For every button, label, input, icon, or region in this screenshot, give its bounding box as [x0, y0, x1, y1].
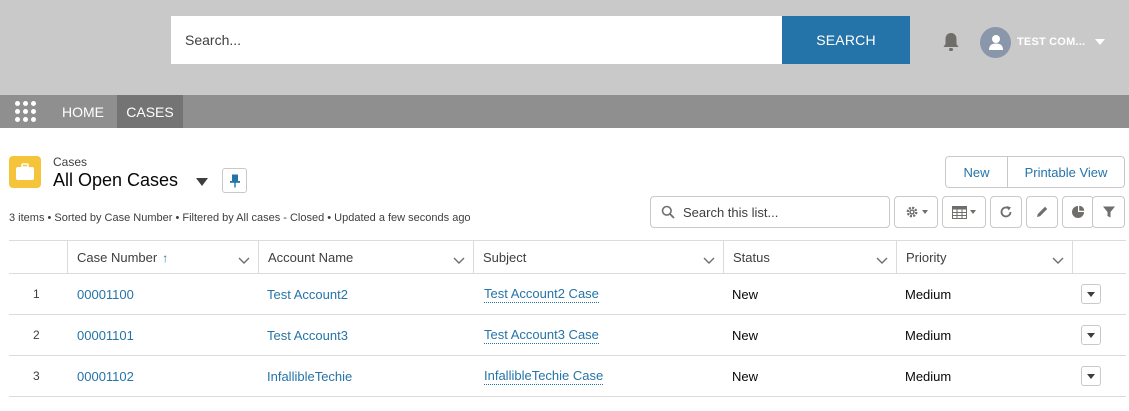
chevron-down-icon [1087, 291, 1095, 297]
chevron-down-icon[interactable] [1052, 253, 1064, 268]
chevron-down-icon[interactable] [453, 253, 465, 268]
table-view-icon [952, 205, 967, 219]
list-view-switcher-icon[interactable] [196, 178, 208, 186]
column-label: Status [733, 250, 770, 265]
chevron-down-icon [921, 210, 928, 214]
inline-edit-button[interactable] [1026, 196, 1058, 228]
user-avatar-icon[interactable] [980, 26, 1011, 58]
priority-value: Medium [905, 327, 952, 343]
account-name-link[interactable]: Test Account3 [267, 315, 348, 355]
status-value: New [732, 368, 759, 384]
row-number: 3 [33, 369, 40, 383]
nav-item-cases[interactable]: CASES [117, 95, 183, 128]
user-menu[interactable]: TEST COM... [980, 26, 1106, 58]
subject-link[interactable]: InfallibleTechie Case [484, 368, 604, 385]
column-header-account-name[interactable]: Account Name [259, 241, 474, 274]
column-header-subject[interactable]: Subject [474, 241, 724, 274]
table-row[interactable]: 3 00001102 InfallibleTechie InfallibleTe… [9, 356, 1126, 397]
account-name-link[interactable]: InfallibleTechie [267, 356, 352, 396]
app-launcher-icon[interactable] [15, 101, 39, 123]
status-value: New [732, 327, 759, 343]
column-label: Priority [906, 250, 947, 265]
chevron-down-icon[interactable] [876, 253, 888, 268]
global-search-input[interactable] [171, 16, 782, 64]
search-button[interactable]: SEARCH [782, 16, 910, 64]
pin-icon[interactable] [222, 168, 247, 193]
account-name-link[interactable]: Test Account2 [267, 274, 348, 314]
edit-icon [1035, 205, 1049, 219]
chevron-down-icon [970, 210, 976, 214]
priority-value: Medium [905, 286, 952, 302]
chart-icon [1071, 205, 1085, 219]
printable-view-button[interactable]: Printable View [1008, 157, 1124, 187]
refresh-icon [999, 205, 1013, 219]
row-actions-button[interactable] [1081, 366, 1101, 386]
column-header-priority[interactable]: Priority [897, 241, 1073, 274]
column-label: Account Name [268, 250, 354, 265]
list-search[interactable] [650, 196, 890, 228]
filter-button[interactable] [1092, 196, 1125, 228]
priority-value: Medium [905, 368, 952, 384]
column-header-case-number[interactable]: Case Number ↑ [68, 241, 259, 274]
subject-link[interactable]: Test Account2 Case [484, 286, 599, 303]
case-number-link[interactable]: 00001102 [77, 356, 134, 396]
bell-icon[interactable] [939, 30, 963, 54]
chevron-down-icon [1087, 332, 1095, 338]
list-actions: New Printable View [945, 156, 1125, 188]
row-number-header [9, 241, 68, 274]
chevron-down-icon[interactable] [238, 253, 250, 268]
search-icon [661, 205, 675, 224]
chevron-down-icon [1087, 373, 1095, 379]
settings-icon [905, 205, 919, 219]
charts-button[interactable] [1062, 196, 1094, 228]
filter-icon [1102, 205, 1116, 219]
nav-item-home[interactable]: HOME [50, 95, 116, 128]
table-header: Case Number ↑ Account Name Subject Statu… [9, 240, 1126, 274]
refresh-button[interactable] [990, 196, 1022, 228]
row-number: 2 [33, 328, 40, 342]
subject-link[interactable]: Test Account3 Case [484, 327, 599, 344]
display-as-button[interactable] [942, 196, 986, 228]
case-number-link[interactable]: 00001100 [77, 274, 134, 314]
sort-ascending-icon: ↑ [162, 250, 169, 265]
user-name[interactable]: TEST COM... [1017, 36, 1085, 48]
list-search-input[interactable] [683, 202, 883, 222]
row-actions-button[interactable] [1081, 284, 1101, 304]
list-meta-info: 3 items • Sorted by Case Number • Filter… [9, 212, 471, 224]
status-value: New [732, 286, 759, 302]
row-actions-button[interactable] [1081, 325, 1101, 345]
case-number-link[interactable]: 00001101 [77, 315, 134, 355]
object-label: Cases [53, 155, 88, 169]
global-header: SEARCH TEST COM... [0, 0, 1129, 95]
column-header-status[interactable]: Status [724, 241, 897, 274]
list-settings-button[interactable] [894, 196, 938, 228]
nav-bar: HOME CASES [0, 95, 1129, 128]
chevron-down-icon[interactable] [1095, 39, 1106, 45]
column-label: Case Number [77, 250, 158, 265]
chevron-down-icon[interactable] [703, 253, 715, 268]
column-label: Subject [483, 250, 527, 265]
case-briefcase-icon [9, 156, 41, 188]
table-row[interactable]: 1 00001100 Test Account2 Test Account2 C… [9, 274, 1126, 315]
list-view-title[interactable]: All Open Cases [53, 170, 178, 191]
row-number: 1 [33, 287, 40, 301]
new-button[interactable]: New [946, 157, 1008, 187]
table-row[interactable]: 2 00001101 Test Account3 Test Account3 C… [9, 315, 1126, 356]
